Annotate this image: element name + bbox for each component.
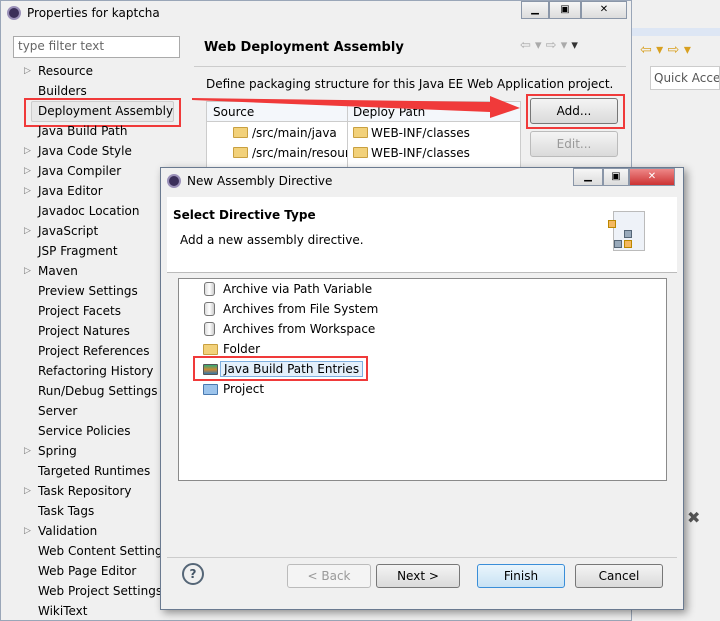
cancel-button[interactable]: Cancel xyxy=(575,564,663,588)
project-icon xyxy=(203,384,218,395)
finish-button[interactable]: Finish xyxy=(477,564,565,588)
maximize-button[interactable]: ▣ xyxy=(603,168,629,186)
minimize-button[interactable]: ▁ xyxy=(573,168,603,186)
list-item-java-build-path-entries[interactable]: Java Build Path Entries xyxy=(193,356,368,381)
list-item-archive-via-path-variable[interactable]: Archive via Path Variable xyxy=(204,279,373,299)
back-button[interactable]: < Back xyxy=(287,564,371,588)
dialog-subheading: Add a new assembly directive. xyxy=(180,233,364,247)
folder-icon xyxy=(203,344,218,355)
list-item-label: Archive via Path Variable xyxy=(223,282,373,296)
dialog-title: New Assembly Directive xyxy=(187,174,333,188)
list-item-label: Folder xyxy=(223,342,261,356)
jar-icon xyxy=(204,302,215,316)
jar-icon xyxy=(204,282,215,296)
help-icon[interactable]: ? xyxy=(182,563,204,585)
directive-type-list: Archive via Path Variable Archives from F… xyxy=(178,278,667,481)
arrow-to-add xyxy=(192,96,520,118)
list-item-label: Project xyxy=(223,382,265,396)
new-assembly-directive-dialog: New Assembly Directive ▁ ▣ ✕ Select Dire… xyxy=(160,167,684,610)
directive-wizard-icon xyxy=(608,211,645,251)
list-item-label: Archives from File System xyxy=(223,302,379,316)
eclipse-icon xyxy=(167,174,181,188)
next-button[interactable]: Next > xyxy=(376,564,460,588)
highlight-box xyxy=(193,356,368,381)
dialog-heading: Select Directive Type xyxy=(173,208,316,222)
list-item-archives-from-workspace[interactable]: Archives from Workspace xyxy=(204,319,376,339)
jar-icon xyxy=(204,322,215,336)
list-item-archives-from-file-system[interactable]: Archives from File System xyxy=(204,299,379,319)
close-button[interactable]: ✕ xyxy=(629,168,675,186)
dialog-header: Select Directive Type Add a new assembly… xyxy=(167,197,677,273)
list-item-project[interactable]: Project xyxy=(203,379,265,399)
list-item-label: Archives from Workspace xyxy=(223,322,376,336)
